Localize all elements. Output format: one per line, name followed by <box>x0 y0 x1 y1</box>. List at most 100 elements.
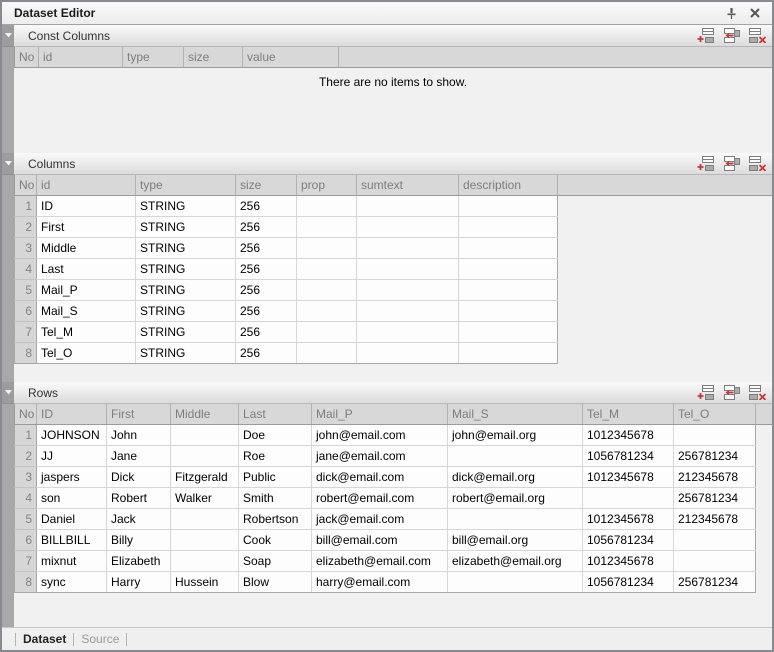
cell[interactable]: Smith <box>239 488 312 509</box>
column-header[interactable]: Tel_M <box>583 404 674 425</box>
row-number[interactable]: 2 <box>15 446 37 467</box>
cell[interactable] <box>357 343 459 364</box>
cell[interactable]: 1012345678 <box>583 509 674 530</box>
cell[interactable] <box>459 259 558 280</box>
cell[interactable]: harry@email.com <box>312 572 448 593</box>
cell[interactable]: JOHNSON <box>37 425 107 446</box>
cell[interactable]: bill@email.com <box>312 530 448 551</box>
cell[interactable]: 1056781234 <box>583 572 674 593</box>
cell[interactable]: Mail_P <box>37 280 136 301</box>
cell[interactable]: 256 <box>236 217 297 238</box>
collapse-const-columns-button[interactable] <box>2 25 14 47</box>
cell[interactable]: 256 <box>236 280 297 301</box>
cell[interactable]: jack@email.com <box>312 509 448 530</box>
cell[interactable] <box>459 322 558 343</box>
cell[interactable]: STRING <box>136 280 236 301</box>
cell[interactable]: jane@email.com <box>312 446 448 467</box>
cell[interactable]: Tel_M <box>37 322 136 343</box>
collapse-rows-button[interactable] <box>2 382 14 404</box>
cell[interactable] <box>297 259 357 280</box>
cell[interactable]: ID <box>37 196 136 217</box>
cell[interactable]: Blow <box>239 572 312 593</box>
insert-row-button[interactable] <box>723 28 740 43</box>
cell[interactable]: Robert <box>107 488 171 509</box>
cell[interactable]: Cook <box>239 530 312 551</box>
column-header[interactable]: Tel_O <box>674 404 756 425</box>
insert-row-button[interactable] <box>723 156 740 171</box>
column-header[interactable]: prop <box>297 175 357 196</box>
row-number[interactable]: 1 <box>15 425 37 446</box>
column-header[interactable]: No <box>15 47 39 68</box>
column-header[interactable]: Last <box>239 404 312 425</box>
cell[interactable]: Tel_O <box>37 343 136 364</box>
cell[interactable] <box>674 551 756 572</box>
cell[interactable]: 256 <box>236 301 297 322</box>
cell[interactable]: First <box>37 217 136 238</box>
cell[interactable]: John <box>107 425 171 446</box>
cell[interactable]: Dick <box>107 467 171 488</box>
cell[interactable]: elizabeth@email.org <box>448 551 583 572</box>
row-number[interactable]: 4 <box>15 488 37 509</box>
cell[interactable]: STRING <box>136 217 236 238</box>
cell[interactable] <box>357 238 459 259</box>
cell[interactable] <box>297 301 357 322</box>
cell[interactable] <box>297 238 357 259</box>
cell[interactable]: STRING <box>136 301 236 322</box>
row-number[interactable]: 6 <box>15 301 37 322</box>
cell[interactable] <box>357 280 459 301</box>
close-button[interactable] <box>746 5 764 21</box>
cell[interactable]: 1056781234 <box>583 446 674 467</box>
cell[interactable]: sync <box>37 572 107 593</box>
cell[interactable] <box>459 280 558 301</box>
cell[interactable]: dick@email.com <box>312 467 448 488</box>
cell[interactable] <box>357 196 459 217</box>
cell[interactable] <box>448 446 583 467</box>
column-header[interactable]: ID <box>37 404 107 425</box>
cell[interactable]: son <box>37 488 107 509</box>
cell[interactable]: 256 <box>236 196 297 217</box>
row-number[interactable]: 8 <box>15 343 37 364</box>
column-header[interactable]: type <box>123 47 184 68</box>
cell[interactable] <box>171 425 239 446</box>
cell[interactable]: Elizabeth <box>107 551 171 572</box>
insert-row-button[interactable] <box>723 385 740 400</box>
cell[interactable]: Hussein <box>171 572 239 593</box>
cell[interactable]: elizabeth@email.com <box>312 551 448 572</box>
pin-button[interactable] <box>722 5 740 21</box>
cell[interactable] <box>171 530 239 551</box>
cell[interactable]: 1012345678 <box>583 425 674 446</box>
cell[interactable]: Jane <box>107 446 171 467</box>
column-header[interactable]: No <box>15 175 37 196</box>
cell[interactable]: 212345678 <box>674 467 756 488</box>
cell[interactable] <box>448 572 583 593</box>
cell[interactable] <box>297 322 357 343</box>
cell[interactable] <box>297 217 357 238</box>
cell[interactable]: 256781234 <box>674 446 756 467</box>
cell[interactable] <box>459 217 558 238</box>
cell[interactable]: Middle <box>37 238 136 259</box>
cell[interactable]: BILLBILL <box>37 530 107 551</box>
tab-dataset[interactable]: Dataset <box>23 632 66 646</box>
cell[interactable]: Billy <box>107 530 171 551</box>
cell[interactable]: STRING <box>136 343 236 364</box>
cell[interactable] <box>297 196 357 217</box>
column-header[interactable]: Mail_S <box>448 404 583 425</box>
column-header[interactable]: type <box>136 175 236 196</box>
cell[interactable]: Robertson <box>239 509 312 530</box>
collapse-columns-button[interactable] <box>2 153 14 175</box>
row-number[interactable]: 5 <box>15 280 37 301</box>
cell[interactable]: Roe <box>239 446 312 467</box>
cell[interactable]: dick@email.org <box>448 467 583 488</box>
row-number[interactable]: 7 <box>15 322 37 343</box>
delete-row-button[interactable] <box>749 385 766 400</box>
cell[interactable] <box>171 551 239 572</box>
cell[interactable]: Doe <box>239 425 312 446</box>
row-number[interactable]: 7 <box>15 551 37 572</box>
cell[interactable]: 256 <box>236 238 297 259</box>
cell[interactable] <box>459 301 558 322</box>
cell[interactable]: 1056781234 <box>583 530 674 551</box>
row-number[interactable]: 3 <box>15 238 37 259</box>
cell[interactable] <box>357 259 459 280</box>
column-header[interactable]: No <box>15 404 37 425</box>
column-header[interactable]: id <box>39 47 123 68</box>
